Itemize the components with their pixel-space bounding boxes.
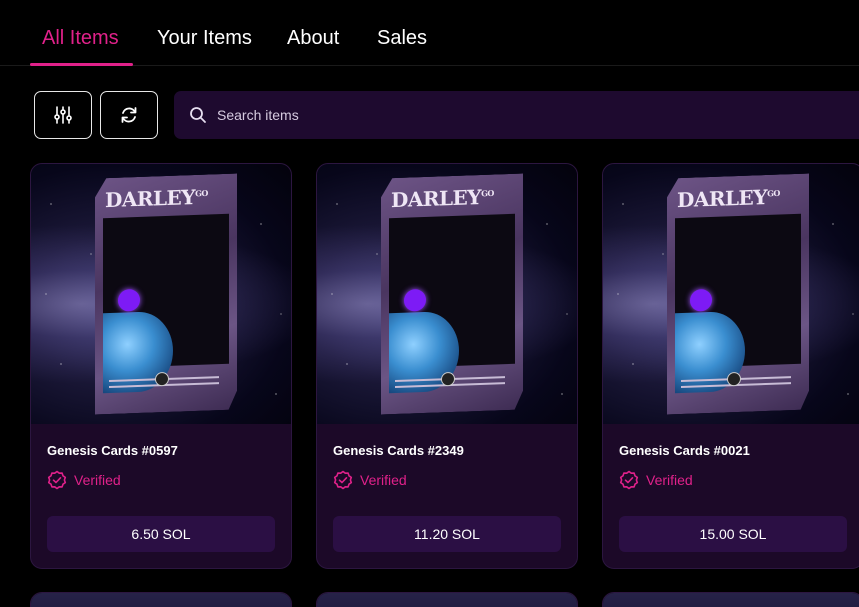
card-image: DARLEYGO	[317, 164, 577, 424]
darley-card-artwork: DARLEYGO	[381, 174, 523, 415]
card-title: Genesis Cards #2349	[333, 443, 464, 458]
verified-check-icon	[619, 470, 639, 490]
search-icon	[190, 107, 206, 123]
card-title: Genesis Cards #0021	[619, 443, 750, 458]
price-button[interactable]: 11.20 SOL	[333, 516, 561, 552]
verified-badge: Verified	[47, 469, 121, 491]
nft-card-partial[interactable]	[30, 592, 292, 607]
filter-button[interactable]	[34, 91, 92, 139]
verified-check-icon	[47, 470, 67, 490]
search-bar	[174, 91, 859, 139]
search-input[interactable]	[217, 107, 817, 123]
tab-about[interactable]: About	[287, 27, 339, 50]
nft-card[interactable]: DARLEYGO Genesis Cards #0021 Verified 15…	[602, 163, 859, 569]
tab-sales[interactable]: Sales	[377, 27, 427, 50]
verified-check-icon	[333, 470, 353, 490]
card-image: DARLEYGO	[603, 164, 859, 424]
nft-card-partial[interactable]	[316, 592, 578, 607]
verified-badge: Verified	[333, 469, 407, 491]
card-image: DARLEYGO	[31, 164, 291, 424]
refresh-button[interactable]	[100, 91, 158, 139]
price-button[interactable]: 15.00 SOL	[619, 516, 847, 552]
darley-card-artwork: DARLEYGO	[667, 174, 809, 415]
sliders-icon	[54, 106, 72, 124]
tab-bar: All Items Your Items About Sales	[0, 0, 859, 66]
nft-card[interactable]: DARLEYGO Genesis Cards #2349 Verified 11…	[316, 163, 578, 569]
verified-badge: Verified	[619, 469, 693, 491]
artwork-title: DARLEYGO	[677, 184, 780, 213]
nft-card[interactable]: DARLEYGO Genesis Cards #0597 Verified 6.…	[30, 163, 292, 569]
price-button[interactable]: 6.50 SOL	[47, 516, 275, 552]
marketplace-app: All Items Your Items About Sales Search …	[0, 0, 859, 607]
card-title: Genesis Cards #0597	[47, 443, 178, 458]
tab-your-items[interactable]: Your Items	[157, 27, 252, 50]
active-tab-indicator	[30, 63, 133, 66]
artwork-title: DARLEYGO	[105, 184, 208, 213]
refresh-icon	[121, 107, 137, 123]
nft-card-partial[interactable]	[602, 592, 859, 607]
tab-all-items[interactable]: All Items	[42, 27, 119, 50]
artwork-title: DARLEYGO	[391, 184, 494, 213]
darley-card-artwork: DARLEYGO	[95, 174, 237, 415]
